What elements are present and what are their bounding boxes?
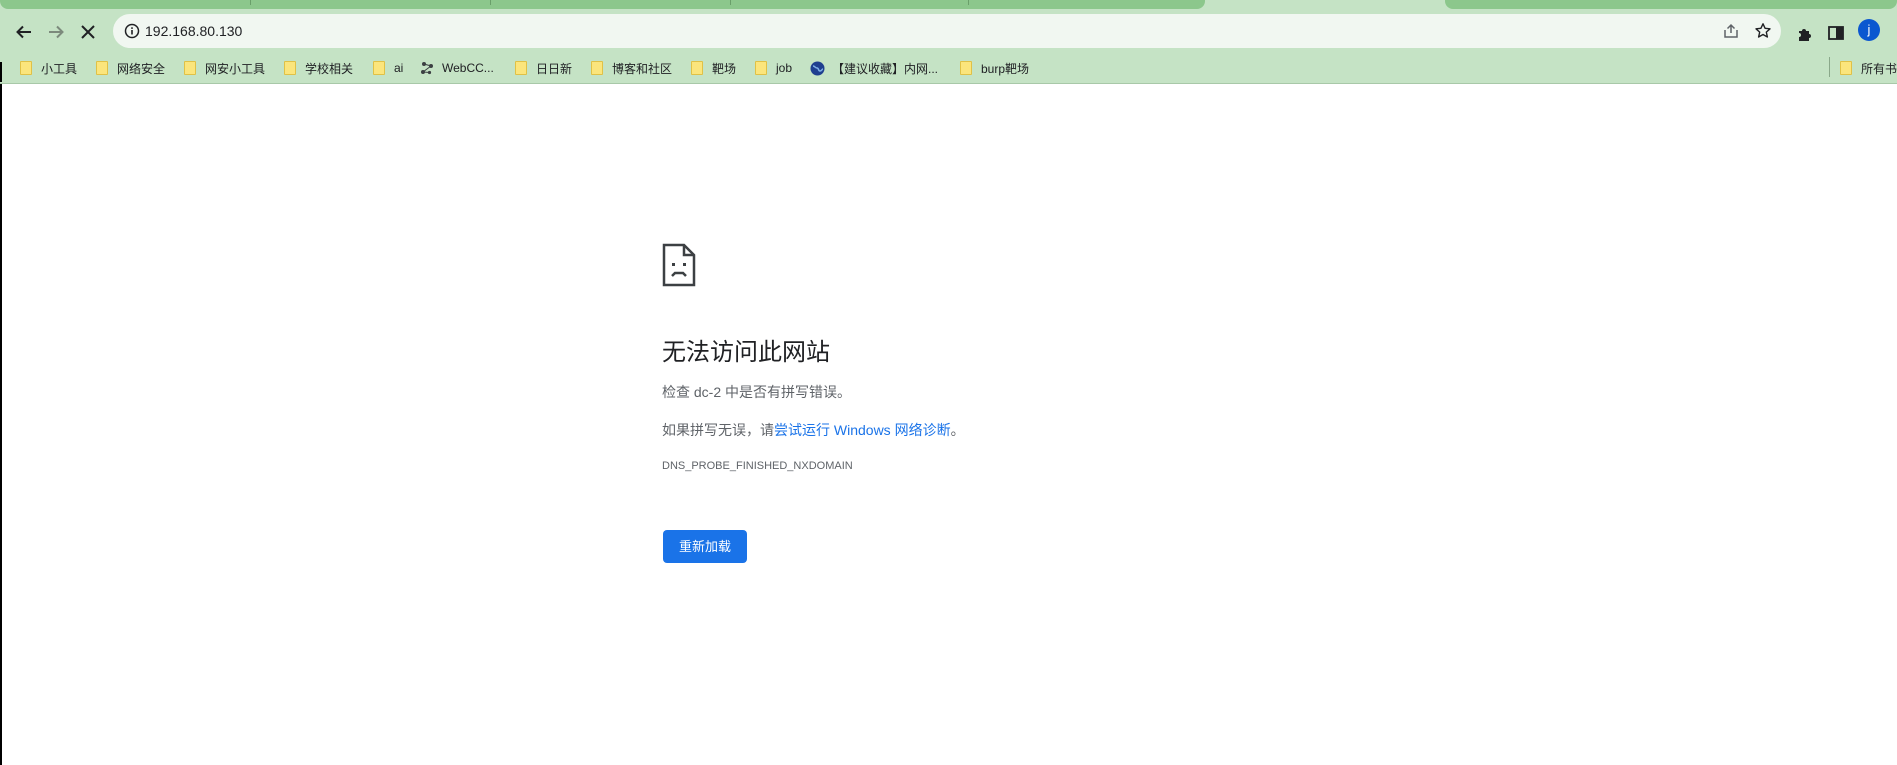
- bookmark-label: 网安小工具: [205, 61, 266, 76]
- window-edge: [0, 62, 2, 82]
- tab-separator: [730, 0, 731, 5]
- bookmark-item[interactable]: WebCC...: [420, 59, 494, 77]
- suggestion-suffix: 。: [950, 422, 965, 438]
- bookmark-label: 博客和社区: [612, 61, 673, 76]
- error-message: 检查 dc-2 中是否有拼写错误。: [662, 384, 852, 400]
- error-code: DNS_PROBE_FINISHED_NXDOMAIN: [662, 460, 853, 472]
- info-icon[interactable]: [123, 22, 141, 40]
- arrow-left-icon: [16, 25, 31, 39]
- folder-icon: [515, 61, 527, 75]
- bookmark-label: burp靶场: [981, 61, 1030, 76]
- browser-window: 192.168.80.130 j 小工具 网络安全 网安小工具 学校相关 ai …: [0, 0, 1897, 765]
- bookmark-label: 小工具: [41, 61, 78, 76]
- address-bar[interactable]: 192.168.80.130: [113, 14, 1781, 48]
- arrow-right-icon: [49, 25, 64, 39]
- folder-icon: [20, 61, 32, 75]
- tab-separator: [490, 0, 491, 5]
- bookmarks-bar: 小工具 网络安全 网安小工具 学校相关 ai WebCC... 日日新 博客和社…: [0, 53, 1897, 84]
- network-diagnostics-link[interactable]: 尝试运行 Windows 网络诊断: [774, 422, 951, 438]
- folder-icon: [184, 61, 196, 75]
- webcc-icon: [421, 62, 433, 75]
- bookmark-label: 网络安全: [117, 61, 166, 76]
- other-bookmarks[interactable]: 所有书: [1840, 59, 1897, 77]
- bookmark-item[interactable]: 【建议收藏】内网...: [810, 59, 938, 77]
- reload-button[interactable]: 重新加载: [663, 530, 747, 563]
- globe-icon: [810, 61, 825, 75]
- forward-button[interactable]: [40, 16, 72, 48]
- star-icon[interactable]: [1754, 22, 1772, 40]
- bookmark-label: 日日新: [536, 61, 573, 76]
- tab-separator: [968, 0, 969, 5]
- folder-icon: [691, 61, 703, 75]
- folder-icon: [960, 61, 972, 75]
- close-icon: [81, 25, 95, 39]
- bookmark-item[interactable]: 网安小工具: [184, 59, 265, 77]
- bookmark-label: 【建议收藏】内网...: [832, 61, 939, 76]
- share-icon[interactable]: [1722, 22, 1740, 40]
- bookmark-label: 靶场: [712, 61, 737, 76]
- bookmark-item[interactable]: ai: [373, 59, 403, 77]
- bookmarks-separator: [1829, 57, 1830, 77]
- stop-loading-button[interactable]: [72, 16, 104, 48]
- bookmark-item[interactable]: 靶场: [691, 59, 736, 77]
- bookmark-item[interactable]: burp靶场: [960, 59, 1029, 77]
- bookmark-item[interactable]: 网络安全: [96, 59, 165, 77]
- tab-strip: [0, 0, 1897, 10]
- profile-avatar[interactable]: j: [1858, 19, 1880, 41]
- page-content: 无法访问此网站 检查 dc-2 中是否有拼写错误。 如果拼写无误，请尝试运行 W…: [0, 84, 1897, 765]
- bookmark-label: ai: [394, 61, 404, 75]
- bookmark-item[interactable]: 学校相关: [284, 59, 353, 77]
- tab-background-right: [1445, 0, 1897, 9]
- folder-icon: [755, 61, 767, 75]
- tab-group-background: [0, 0, 1205, 9]
- folder-icon: [96, 61, 108, 75]
- bookmark-item[interactable]: 日日新: [515, 59, 572, 77]
- window-edge: [0, 84, 2, 765]
- bookmark-label: 所有书: [1861, 61, 1897, 76]
- folder-icon: [373, 61, 385, 75]
- back-button[interactable]: [8, 16, 40, 48]
- folder-icon: [284, 61, 296, 75]
- folder-icon: [591, 61, 603, 75]
- bookmark-label: WebCC...: [442, 61, 494, 75]
- url-text[interactable]: 192.168.80.130: [145, 23, 242, 39]
- bookmark-item[interactable]: 博客和社区: [591, 59, 672, 77]
- folder-icon: [1840, 61, 1852, 75]
- error-suggestion: 如果拼写无误，请尝试运行 Windows 网络诊断。: [662, 420, 965, 440]
- error-title: 无法访问此网站: [662, 339, 830, 366]
- bookmark-item[interactable]: job: [755, 59, 792, 77]
- bookmark-label: 学校相关: [305, 61, 354, 76]
- suggestion-prefix: 如果拼写无误，请: [662, 422, 774, 438]
- tab-separator: [250, 0, 251, 5]
- side-panel-icon[interactable]: [1826, 23, 1846, 43]
- bookmark-item[interactable]: 小工具: [20, 59, 77, 77]
- sad-page-icon: [662, 243, 696, 287]
- extensions-icon[interactable]: [1795, 23, 1815, 43]
- bookmark-label: job: [776, 61, 793, 75]
